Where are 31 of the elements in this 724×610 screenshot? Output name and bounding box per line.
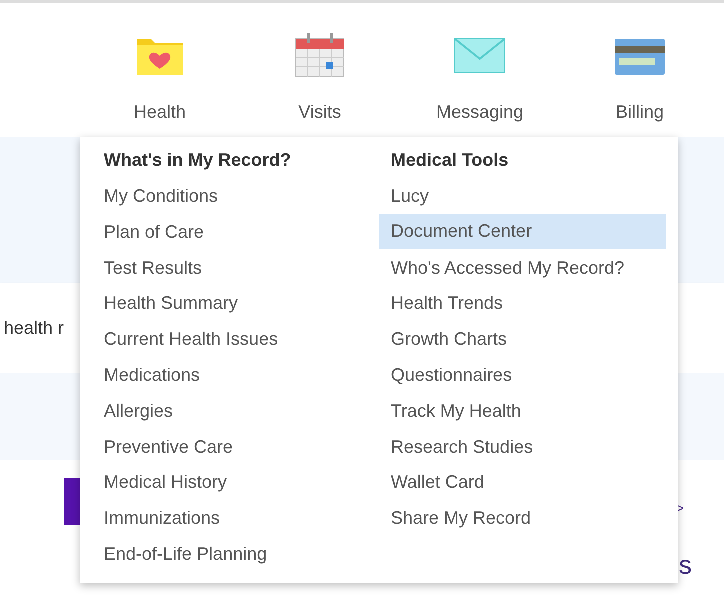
menu-item[interactable]: Immunizations: [92, 505, 379, 532]
menu-item[interactable]: Health Summary: [92, 290, 379, 316]
heading-fragment: s: [679, 549, 692, 582]
menu-item[interactable]: Questionnaires: [379, 362, 666, 388]
menu-heading: What's in My Record?: [103, 149, 292, 172]
nav-item[interactable]: Visits: [240, 3, 400, 137]
menu-item[interactable]: Plan of Care: [92, 218, 379, 245]
menu-item[interactable]: Who's Accessed My Record?: [379, 254, 666, 281]
menu-item[interactable]: Lucy: [379, 183, 666, 209]
calendar-icon: [293, 31, 347, 79]
menu-item[interactable]: Research Studies: [379, 434, 666, 460]
menu-item[interactable]: Document Center: [379, 214, 666, 250]
nav-item[interactable]: Messaging: [400, 3, 560, 137]
menu-item[interactable]: Track My Health: [379, 398, 666, 424]
menu-item[interactable]: Allergies: [92, 398, 379, 424]
nav-item[interactable]: Billing: [560, 3, 720, 137]
menu-item[interactable]: Share My Record: [379, 505, 666, 532]
card-text: health r: [4, 316, 64, 340]
menu-item[interactable]: Preventive Care: [92, 434, 379, 460]
menu-item[interactable]: Medical History: [92, 469, 379, 496]
action-button[interactable]: [64, 478, 80, 525]
menu-item[interactable]: Health Trends: [379, 290, 666, 316]
menu-item[interactable]: Test Results: [92, 254, 379, 281]
menu-item[interactable]: My Conditions: [92, 183, 379, 209]
menu-item[interactable]: Wallet Card: [379, 469, 666, 496]
menu-heading: Medical Tools: [390, 149, 510, 172]
menu-item[interactable]: Growth Charts: [379, 326, 666, 352]
menu-item[interactable]: Medications: [92, 362, 379, 388]
menu-item[interactable]: Current Health Issues: [92, 326, 379, 352]
menu-item[interactable]: End-of-Life Planning: [92, 540, 379, 567]
nav-item[interactable]: Health: [80, 3, 240, 137]
